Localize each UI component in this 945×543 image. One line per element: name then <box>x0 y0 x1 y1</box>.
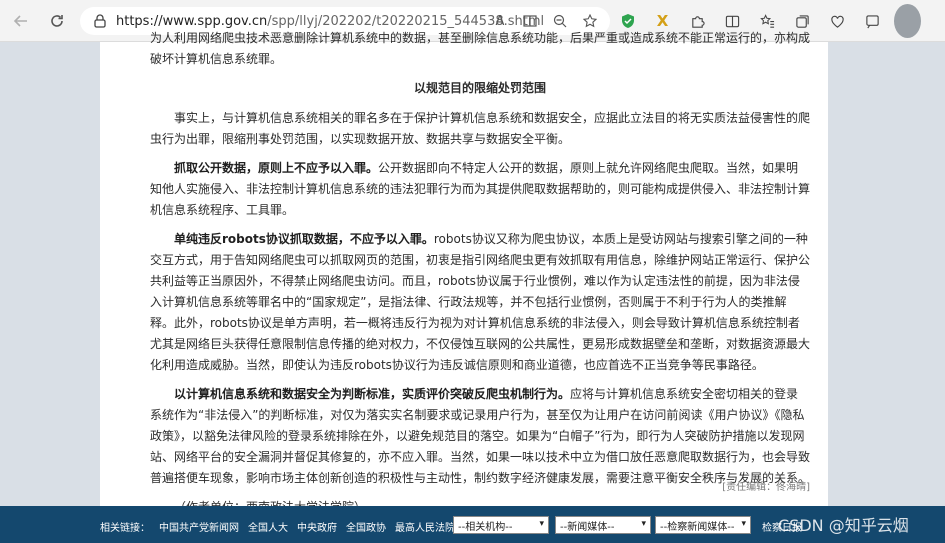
health-heart-icon[interactable] <box>824 4 851 38</box>
related-links-label: 相关链接： <box>100 523 150 534</box>
article-paragraph: 抓取公开数据，原则上不应予以入罪。公开数据即向不特定人公开的数据，原则上就允许网… <box>150 161 811 217</box>
footer-link[interactable]: 最高人民法院 <box>395 519 455 534</box>
lock-icon <box>94 14 106 28</box>
procuratorial-media-select[interactable]: --检察新闻媒体-- ▾ <box>655 516 751 534</box>
feedback-icon[interactable] <box>859 4 886 38</box>
article-paragraph-clipped: 为人利用网络爬虫技术恶意删除计算机系统中的数据，甚至删除信息系统功能，后果严重或… <box>150 31 811 66</box>
chevron-down-icon: ▾ <box>741 519 746 529</box>
csdn-watermark: CSDN @知乎云烟 <box>778 516 909 535</box>
footer-link[interactable]: 中央政府 <box>297 519 337 534</box>
footer-link[interactable]: 中国共产党新闻网 <box>159 519 239 534</box>
chevron-down-icon: ▾ <box>539 519 544 529</box>
back-icon[interactable] <box>4 4 38 38</box>
article-paragraph: 事实上，与计算机信息系统相关的罪名多在于保护计算机信息系统和数据安全，应据此立法… <box>150 111 811 146</box>
chevron-down-icon: ▾ <box>641 519 646 529</box>
refresh-icon[interactable] <box>40 4 74 38</box>
profile-avatar[interactable] <box>894 4 921 38</box>
related-orgs-select[interactable]: --相关机构-- ▾ <box>453 516 549 534</box>
footer-link[interactable]: 全国人大 <box>248 519 288 534</box>
article-content: 为人利用网络爬虫技术恶意删除计算机系统中的数据，甚至删除信息系统功能，后果严重或… <box>150 31 811 526</box>
section-heading: 以规范目的限缩处罚范围 <box>413 81 546 95</box>
related-links: 相关链接： 中国共产党新闻网 全国人大 中央政府 全国政协 最高人民法院 <box>100 519 455 534</box>
article-paragraph: 单纯违反robots协议抓取数据，不应予以入罪。robots协议又称为爬虫协议，… <box>150 232 811 372</box>
article-paragraph: 以计算机信息系统和数据安全为判断标准，实质评价突破反爬虫机制行为。应将与计算机信… <box>150 387 811 485</box>
url-text: https://www.spp.gov.cn/spp/llyj/202202/t… <box>116 13 545 29</box>
article-page: 为人利用网络爬虫技术恶意删除计算机系统中的数据，甚至删除信息系统功能，后果严重或… <box>100 31 828 514</box>
footer-link[interactable]: 全国政协 <box>346 519 386 534</box>
news-media-select[interactable]: --新闻媒体-- ▾ <box>555 516 651 534</box>
responsible-editor: [责任编辑：佟海晴] <box>722 482 810 493</box>
